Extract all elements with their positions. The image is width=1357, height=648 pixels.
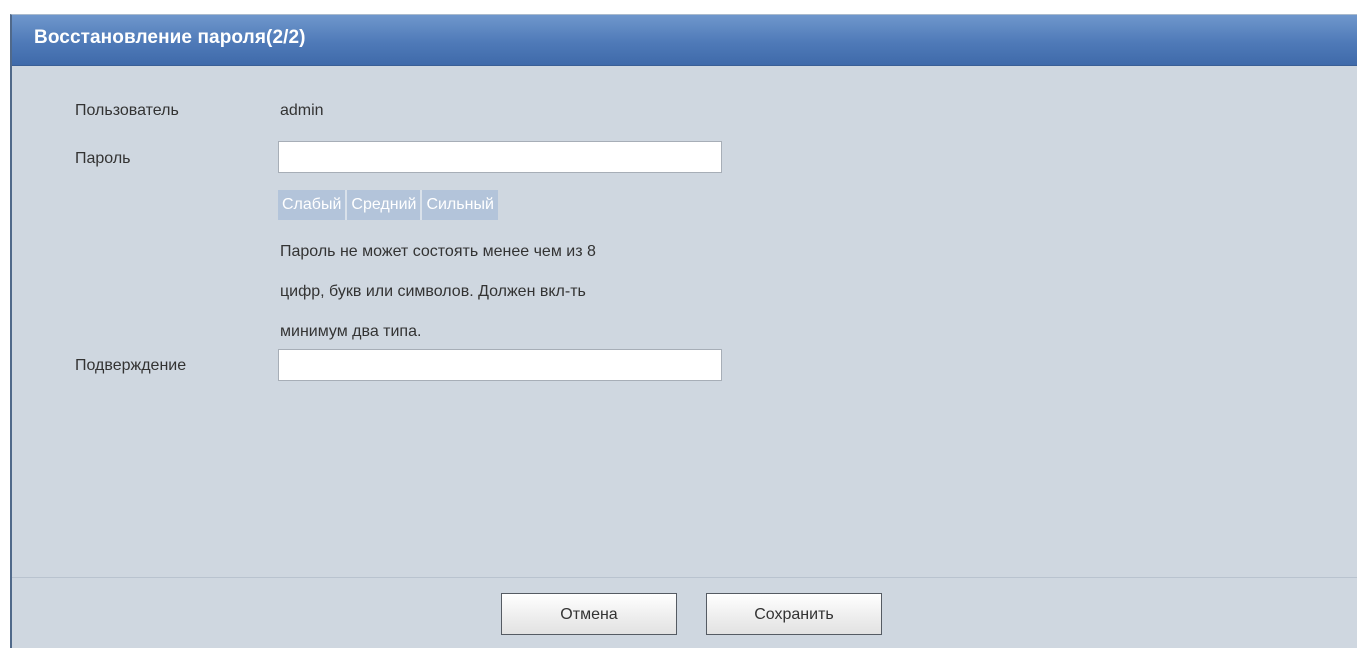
footer-divider: [12, 577, 1357, 578]
password-input[interactable]: [278, 141, 722, 173]
strength-strong: Сильный: [426, 196, 494, 213]
strength-medium: Средний: [347, 190, 423, 220]
cancel-button[interactable]: Отмена: [501, 593, 677, 635]
dialog-titlebar: Восстановление пароля(2/2): [12, 15, 1357, 66]
password-recovery-dialog: Восстановление пароля(2/2) Пользователь …: [10, 14, 1357, 648]
password-strength-meter: Слабый Средний Сильный: [278, 190, 498, 220]
password-hint-line: минимум два типа.: [280, 323, 422, 340]
user-label: Пользователь: [75, 102, 179, 119]
strength-weak: Слабый: [278, 190, 348, 220]
dialog-title: Восстановление пароля(2/2): [34, 27, 306, 48]
confirm-password-input[interactable]: [278, 349, 722, 381]
confirm-label: Подверждение: [75, 357, 187, 374]
password-hint-line: цифр, букв или символов. Должен вкл-ть: [280, 283, 586, 300]
save-button[interactable]: Сохранить: [706, 593, 882, 635]
password-label: Пароль: [75, 150, 131, 167]
user-value: admin: [280, 102, 324, 119]
password-hint: Пароль не может состоять менее чем из 8 …: [280, 232, 720, 352]
password-hint-line: Пароль не может состоять менее чем из 8: [280, 243, 596, 260]
